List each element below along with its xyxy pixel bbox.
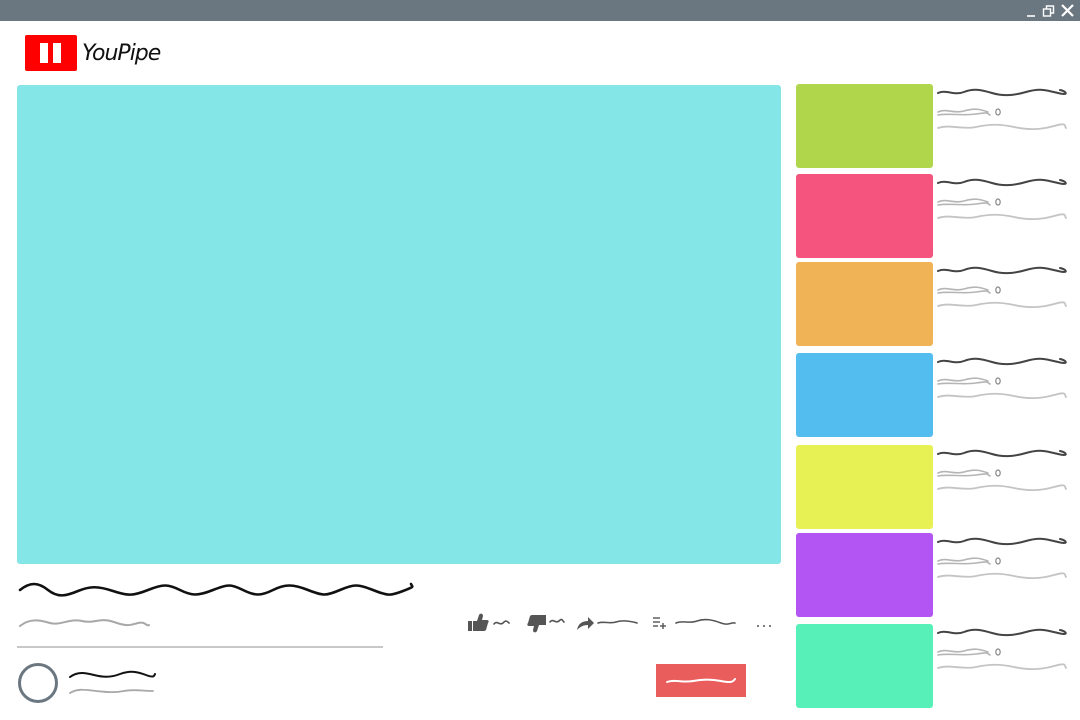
restore-icon[interactable]	[1042, 4, 1055, 18]
verified-icon	[995, 648, 1001, 656]
video-meta-scribbles	[937, 88, 1067, 131]
channel-avatar[interactable]	[18, 663, 58, 703]
thumbs-up-icon	[468, 613, 510, 631]
video-actions	[466, 610, 776, 636]
video-meta-scribbles	[937, 628, 1067, 671]
views-scribble	[937, 663, 1067, 671]
views-scribble	[937, 392, 1067, 400]
verified-icon	[995, 377, 1001, 385]
video-thumbnail[interactable]	[796, 174, 933, 258]
dislike-button[interactable]	[526, 610, 566, 636]
minimize-icon[interactable]	[1026, 4, 1036, 18]
recommended-video-item[interactable]	[796, 533, 1076, 617]
video-title-scribble	[937, 628, 1067, 637]
verified-icon	[995, 286, 1001, 294]
more-icon	[757, 625, 771, 627]
views-scribble	[937, 484, 1067, 492]
video-meta-scribbles	[937, 266, 1067, 309]
views-scribble	[937, 123, 1067, 131]
video-thumbnail[interactable]	[796, 624, 933, 708]
window-titlebar	[0, 0, 1080, 21]
verified-icon	[995, 557, 1001, 565]
video-title-scribble	[937, 537, 1067, 546]
channel-scribble	[937, 469, 991, 477]
youpipe-logo[interactable]: YouPipe	[25, 35, 161, 71]
channel-scribble	[937, 377, 991, 385]
save-to-playlist-button[interactable]	[651, 610, 737, 636]
video-meta	[19, 619, 150, 627]
video-thumbnail[interactable]	[796, 533, 933, 617]
video-meta-scribbles	[937, 178, 1067, 221]
video-title-scribble	[937, 357, 1067, 366]
video-meta-scribbles	[937, 537, 1067, 580]
share-icon	[577, 617, 638, 630]
video-meta-scribbles	[937, 449, 1067, 492]
video-title-scribble	[937, 266, 1067, 275]
recommended-video-item[interactable]	[796, 624, 1076, 708]
channel-scribble	[937, 286, 991, 294]
verified-icon	[995, 108, 1001, 116]
channel-scribble	[937, 648, 991, 656]
verified-icon	[995, 198, 1001, 206]
pause-icon	[25, 35, 77, 71]
logo-text: YouPipe	[82, 40, 161, 66]
channel-scribble	[937, 198, 991, 206]
video-title-scribble	[937, 88, 1067, 97]
thumbs-down-icon	[527, 615, 565, 633]
video-thumbnail[interactable]	[796, 445, 933, 529]
recommended-video-item[interactable]	[796, 84, 1076, 168]
verified-icon	[995, 469, 1001, 477]
recommended-video-item[interactable]	[796, 353, 1076, 437]
close-icon[interactable]	[1061, 3, 1074, 18]
video-thumbnail[interactable]	[796, 262, 933, 346]
views-scribble	[937, 213, 1067, 221]
video-title-scribble	[937, 178, 1067, 187]
add-to-playlist-icon	[653, 617, 736, 629]
more-button[interactable]	[754, 610, 774, 636]
video-title-scribble	[937, 449, 1067, 458]
channel-scribble	[937, 557, 991, 565]
recommended-video-item[interactable]	[796, 445, 1076, 529]
like-button[interactable]	[466, 610, 514, 636]
video-thumbnail[interactable]	[796, 84, 933, 168]
video-meta-scribbles	[937, 357, 1067, 400]
video-player[interactable]	[17, 85, 781, 564]
video-title	[18, 582, 414, 597]
video-thumbnail[interactable]	[796, 353, 933, 437]
channel-scribble	[937, 108, 991, 116]
share-button[interactable]	[574, 610, 640, 636]
subscribe-button[interactable]	[656, 664, 746, 697]
recommended-video-item[interactable]	[796, 262, 1076, 346]
recommended-video-item[interactable]	[796, 174, 1076, 258]
window-controls	[1026, 2, 1074, 19]
divider	[17, 646, 383, 648]
views-scribble	[937, 301, 1067, 309]
channel-name	[69, 670, 156, 678]
views-scribble	[937, 572, 1067, 580]
subscriber-count	[69, 688, 154, 694]
